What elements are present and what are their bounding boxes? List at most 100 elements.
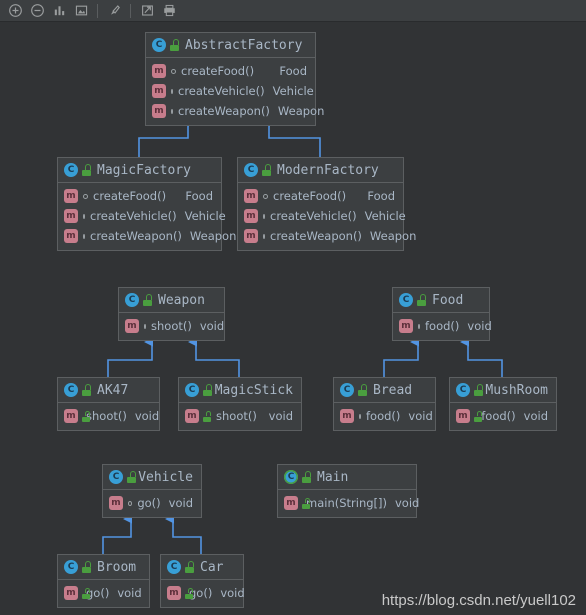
member-row[interactable]: m go() void — [103, 493, 201, 513]
member-type: Food — [185, 189, 213, 203]
method-icon: m — [64, 586, 78, 600]
method-icon: m — [244, 189, 258, 203]
edge-broom-vehicle — [102, 514, 132, 554]
class-node-members: m shoot() void — [119, 313, 224, 340]
member-name: food() — [481, 409, 516, 423]
member-row[interactable]: m shoot() void — [119, 316, 224, 336]
class-name: Car — [200, 559, 224, 575]
class-icon: C — [64, 163, 78, 177]
class-node-header: C ModernFactory — [238, 158, 403, 183]
class-icon: C — [64, 560, 78, 574]
member-row[interactable]: m createVehicle() Vehicle — [146, 81, 315, 101]
class-node-weapon[interactable]: C Weapon m shoot() void — [118, 287, 225, 341]
class-node-magicfactory[interactable]: C MagicFactory m createFood() Food m cre… — [57, 157, 236, 251]
class-node-mushroom[interactable]: C MushRoom m food() void — [449, 377, 557, 431]
class-node-food[interactable]: C Food m food() void — [392, 287, 492, 341]
member-row[interactable]: m createWeapon() Weapon — [146, 101, 324, 121]
member-type: void — [199, 319, 225, 333]
method-icon: m — [167, 586, 181, 600]
class-icon: C — [185, 383, 199, 397]
edge-magicfactory-abstractfactory — [138, 117, 189, 157]
class-node-main[interactable]: C Main m main(String[]) void — [277, 464, 419, 518]
edge-bread-food — [383, 337, 419, 377]
edge-magicstick-weapon — [188, 337, 240, 377]
diagram-canvas[interactable]: C AbstractFactory m createFood() Food m … — [0, 22, 586, 615]
visibility-circle-icon — [83, 213, 85, 219]
member-type: Vehicle — [272, 84, 314, 98]
class-node-bread[interactable]: C Bread m food() void — [333, 377, 436, 431]
member-type: void — [408, 409, 433, 423]
member-row[interactable]: m createWeapon() Weapon — [58, 226, 236, 246]
zoom-in-icon — [8, 4, 22, 17]
fit-content-icon — [75, 5, 87, 16]
member-type: void — [220, 586, 245, 600]
member-row[interactable]: m food() void — [393, 316, 492, 336]
visibility-circle-icon — [263, 213, 265, 219]
member-row[interactable]: m createWeapon() Weapon — [238, 226, 416, 246]
diagram-toolbar — [0, 0, 586, 22]
visibility-circle-icon — [171, 108, 173, 114]
print-button[interactable] — [158, 1, 180, 21]
member-row[interactable]: m shoot() void — [179, 406, 301, 426]
class-node-members: m food() void — [393, 313, 492, 340]
lock-icon — [416, 294, 427, 306]
class-node-abstractfactory[interactable]: C AbstractFactory m createFood() Food m … — [145, 32, 324, 126]
member-row[interactable]: m createFood() Food — [58, 186, 221, 206]
method-icon: m — [456, 409, 470, 423]
visibility-circle-icon — [171, 68, 176, 74]
class-node-ak47[interactable]: C AK47 m shoot() void — [57, 377, 160, 431]
class-node-header: C MagicStick — [179, 378, 301, 403]
zoom-in-button[interactable] — [4, 1, 26, 21]
class-icon: C — [167, 560, 181, 574]
class-node-members: m shoot() void — [58, 403, 159, 430]
fit-content-button[interactable] — [70, 1, 92, 21]
visibility-circle-icon — [83, 193, 88, 199]
class-node-car[interactable]: C Car m go() void — [160, 554, 245, 608]
member-type: Vehicle — [364, 209, 406, 223]
member-row[interactable]: m main(String[]) void — [278, 493, 419, 513]
lock-icon — [81, 164, 92, 176]
member-row[interactable]: m go() void — [58, 583, 149, 603]
member-row[interactable]: m food() void — [334, 406, 435, 426]
member-row[interactable]: m go() void — [161, 583, 245, 603]
member-row[interactable]: m createFood() Food — [146, 61, 315, 81]
method-icon: m — [244, 229, 258, 243]
uml-diagram-window: C AbstractFactory m createFood() Food m … — [0, 0, 586, 615]
visibility-lock-icon — [474, 410, 483, 422]
member-name: createFood() — [273, 189, 347, 203]
member-row[interactable]: m createVehicle() Vehicle — [58, 206, 226, 226]
class-node-modernfactory[interactable]: C ModernFactory m createFood() Food m cr… — [237, 157, 416, 251]
member-row[interactable]: m createFood() Food — [238, 186, 403, 206]
class-node-vehicle[interactable]: C Vehicle m go() void — [102, 464, 202, 518]
member-name: createFood() — [181, 64, 255, 78]
member-row[interactable]: m createVehicle() Vehicle — [238, 206, 406, 226]
class-node-header: C AbstractFactory — [146, 33, 315, 58]
visibility-circle-icon — [263, 233, 265, 239]
member-row[interactable]: m shoot() void — [58, 406, 159, 426]
member-type: Vehicle — [184, 209, 226, 223]
member-row[interactable]: m food() void — [450, 406, 556, 426]
export-button[interactable] — [136, 1, 158, 21]
member-type: void — [467, 319, 492, 333]
lock-icon — [81, 384, 92, 396]
print-icon — [163, 4, 175, 17]
class-node-broom[interactable]: C Broom m go() void — [57, 554, 150, 608]
edge-mushroom-food — [460, 337, 503, 377]
watermark-text: https://blog.csdn.net/yuell102 — [381, 592, 576, 609]
class-node-members: m createFood() Food m createVehicle() Ve… — [58, 183, 236, 250]
class-name: MagicStick — [214, 382, 293, 398]
member-type: void — [268, 409, 293, 423]
zoom-out-button[interactable] — [26, 1, 48, 21]
class-node-members: m shoot() void — [179, 403, 301, 430]
lock-icon — [81, 561, 92, 573]
visibility-circle-icon — [263, 193, 268, 199]
member-type: Weapon — [189, 229, 237, 243]
class-node-magicstick[interactable]: C MagicStick m shoot() void — [178, 377, 302, 431]
method-icon: m — [64, 209, 78, 223]
method-icon: m — [64, 189, 78, 203]
member-type: void — [523, 409, 548, 423]
class-name: Vehicle — [138, 469, 193, 485]
actual-size-button[interactable] — [48, 1, 70, 21]
layout-button[interactable] — [103, 1, 125, 21]
method-icon: m — [399, 319, 413, 333]
